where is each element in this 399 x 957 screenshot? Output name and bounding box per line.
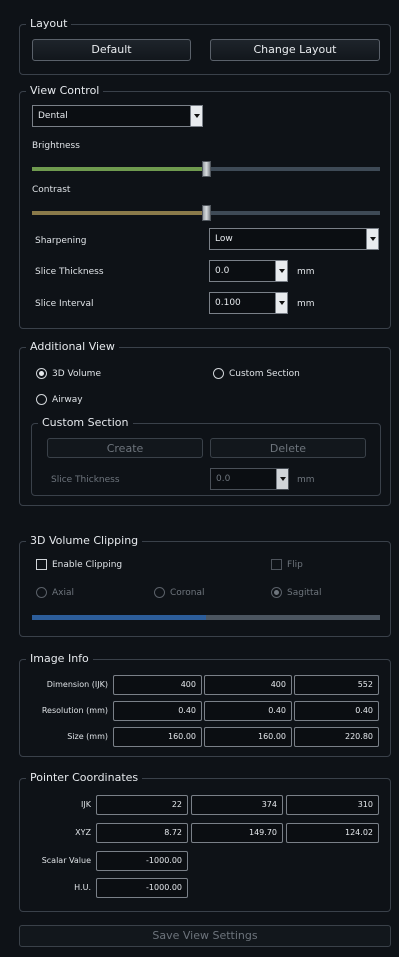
slice-interval-value: 0.100 xyxy=(215,298,241,308)
brightness-label: Brightness xyxy=(32,141,80,151)
ijk-k-field: 310 xyxy=(286,795,379,815)
ijk-label: IJK xyxy=(81,800,91,809)
sagittal-label[interactable]: Sagittal xyxy=(287,587,322,599)
xyz-y-field: 149.70 xyxy=(191,823,283,843)
clipping-group-title: 3D Volume Clipping xyxy=(26,533,143,549)
pointer-group-title: Pointer Coordinates xyxy=(26,770,143,786)
axial-radio[interactable] xyxy=(36,587,47,598)
custom-slice-thickness-label: Slice Thickness xyxy=(51,475,120,485)
contrast-slider[interactable] xyxy=(32,205,380,221)
custom-section-radio-label[interactable]: Custom Section xyxy=(229,368,300,380)
coronal-label[interactable]: Coronal xyxy=(170,587,205,599)
dimension-i-field: 400 xyxy=(113,675,202,695)
contrast-slider-fill xyxy=(32,211,206,215)
custom-slice-thickness-select[interactable]: 0.0 xyxy=(210,468,289,490)
xyz-z-field: 124.02 xyxy=(286,823,379,843)
save-view-settings-button[interactable]: Save View Settings xyxy=(19,925,391,947)
scalar-value-label: Scalar Value xyxy=(41,856,91,865)
size-i-field: 160.00 xyxy=(113,727,202,747)
custom-section-group-title: Custom Section xyxy=(38,415,133,431)
brightness-slider-handle[interactable] xyxy=(202,161,211,177)
clipping-slider[interactable] xyxy=(32,615,380,620)
volume-3d-radio[interactable] xyxy=(36,368,47,379)
size-j-field: 160.00 xyxy=(204,727,292,747)
chevron-down-icon[interactable] xyxy=(190,106,202,126)
contrast-label: Contrast xyxy=(32,185,71,195)
clipping-group: 3D Volume Clipping Enable Clipping Flip … xyxy=(19,533,391,637)
slice-thickness-unit: mm xyxy=(297,267,315,277)
sharpening-select-value: Low xyxy=(215,234,233,244)
clipping-slider-fill xyxy=(32,615,206,620)
chevron-down-icon[interactable] xyxy=(275,261,287,281)
hu-label: H.U. xyxy=(74,883,91,892)
preset-select[interactable]: Dental xyxy=(32,105,203,127)
hu-field: -1000.00 xyxy=(96,878,188,898)
resolution-i-field: 0.40 xyxy=(113,701,202,721)
additional-view-group-title: Additional View xyxy=(26,339,119,355)
resolution-label: Resolution (mm) xyxy=(41,706,108,715)
additional-view-group: Additional View 3D Volume Custom Section… xyxy=(19,339,391,506)
create-button[interactable]: Create xyxy=(47,438,203,458)
volume-3d-label[interactable]: 3D Volume xyxy=(52,368,101,380)
brightness-slider[interactable] xyxy=(32,161,380,177)
layout-group: Layout Default Change Layout xyxy=(19,16,391,75)
contrast-slider-handle[interactable] xyxy=(202,205,211,221)
ijk-j-field: 374 xyxy=(191,795,283,815)
scalar-value-field: -1000.00 xyxy=(96,851,188,871)
dimension-k-field: 552 xyxy=(294,675,379,695)
chevron-down-icon[interactable] xyxy=(275,293,287,313)
layout-group-title: Layout xyxy=(26,16,72,32)
sagittal-radio[interactable] xyxy=(271,587,282,598)
resolution-j-field: 0.40 xyxy=(204,701,292,721)
image-info-group-title: Image Info xyxy=(26,651,93,667)
airway-label[interactable]: Airway xyxy=(52,394,83,406)
size-label: Size (mm) xyxy=(67,732,108,741)
custom-section-group: Custom Section Create Delete Slice Thick… xyxy=(31,415,381,496)
xyz-x-field: 8.72 xyxy=(96,823,188,843)
sharpening-select[interactable]: Low xyxy=(209,228,379,250)
sharpening-label: Sharpening xyxy=(35,236,87,246)
enable-clipping-checkbox[interactable] xyxy=(36,559,47,570)
chevron-down-icon[interactable] xyxy=(276,469,288,489)
slice-thickness-value: 0.0 xyxy=(215,266,230,276)
ijk-i-field: 22 xyxy=(96,795,188,815)
coronal-radio[interactable] xyxy=(154,587,165,598)
flip-label[interactable]: Flip xyxy=(287,559,303,571)
dimension-j-field: 400 xyxy=(204,675,292,695)
resolution-k-field: 0.40 xyxy=(294,701,379,721)
view-control-group: View Control Dental Brightness Contrast … xyxy=(19,83,391,329)
brightness-slider-fill xyxy=(32,167,206,171)
custom-slice-thickness-value: 0.0 xyxy=(216,474,231,484)
airway-radio[interactable] xyxy=(36,394,47,405)
dimension-label: Dimension (IJK) xyxy=(46,680,108,689)
slice-interval-select[interactable]: 0.100 xyxy=(209,292,288,314)
default-layout-button[interactable]: Default xyxy=(32,39,191,61)
slice-thickness-select[interactable]: 0.0 xyxy=(209,260,288,282)
image-info-group: Image Info Dimension (IJK) 400 400 552 R… xyxy=(19,651,391,757)
slice-interval-label: Slice Interval xyxy=(35,299,94,309)
custom-slice-thickness-unit: mm xyxy=(297,475,315,485)
enable-clipping-label[interactable]: Enable Clipping xyxy=(52,559,122,571)
preset-select-value: Dental xyxy=(38,111,68,121)
chevron-down-icon[interactable] xyxy=(366,229,378,249)
xyz-label: XYZ xyxy=(75,828,91,837)
custom-section-radio[interactable] xyxy=(213,368,224,379)
slice-interval-unit: mm xyxy=(297,299,315,309)
change-layout-button[interactable]: Change Layout xyxy=(210,39,380,61)
pointer-group: Pointer Coordinates IJK 22 374 310 XYZ 8… xyxy=(19,770,391,912)
view-control-group-title: View Control xyxy=(26,83,104,99)
slice-thickness-label: Slice Thickness xyxy=(35,267,104,277)
axial-label[interactable]: Axial xyxy=(52,587,74,599)
flip-checkbox[interactable] xyxy=(271,559,282,570)
size-k-field: 220.80 xyxy=(294,727,379,747)
delete-button[interactable]: Delete xyxy=(210,438,366,458)
